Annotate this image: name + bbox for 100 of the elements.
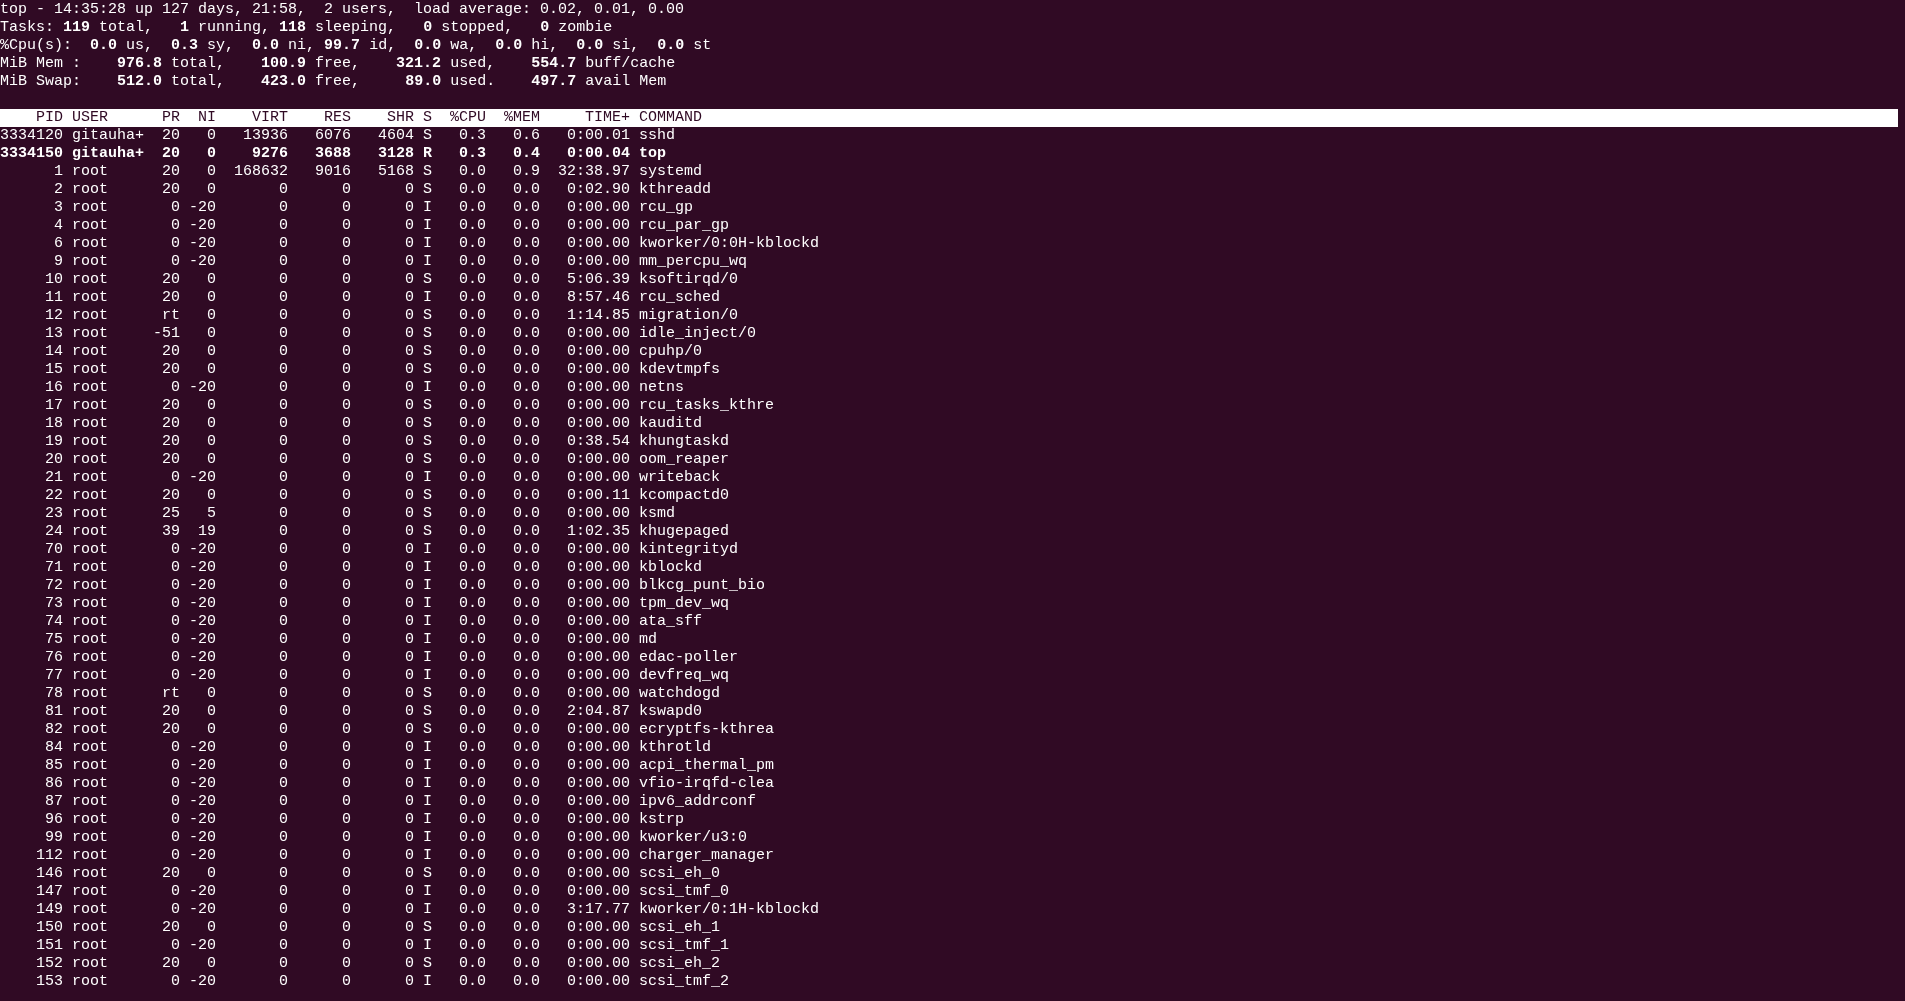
table-cell-text: 20	[161, 145, 180, 163]
table-cell-text: I	[422, 217, 432, 235]
table-cell-text: S	[422, 325, 432, 343]
column-header: NI	[197, 109, 216, 127]
table-cell-text: 0	[341, 901, 351, 919]
table-cell-text: 74	[44, 613, 63, 631]
table-cell-text: 0.0	[512, 307, 540, 325]
table-cell-text: 0:00.00	[566, 541, 630, 559]
table-cell-text: 0:00.00	[566, 847, 630, 865]
table-cell-text: S	[422, 865, 432, 883]
table-cell-text: 5:06.39	[566, 271, 630, 289]
table-cell-text: 0.0	[512, 361, 540, 379]
table-cell-text: S	[422, 307, 432, 325]
table-cell-text: I	[422, 253, 432, 271]
table-cell-text: 0	[341, 523, 351, 541]
table-cell-text: 0	[404, 703, 414, 721]
table-cell-text: 0	[170, 217, 180, 235]
table-cell-text: 0	[170, 235, 180, 253]
table-cell-text: root	[71, 883, 109, 901]
table-cell-text: 0:38.54	[566, 433, 630, 451]
table-cell-text: 19	[197, 523, 216, 541]
table-cell-text: root	[71, 973, 109, 991]
table-cell-text: 0	[404, 559, 414, 577]
table-cell-text: root	[71, 451, 109, 469]
table-cell-text: md	[638, 631, 657, 649]
column-header: USER	[71, 109, 109, 127]
table-cell-text: 85	[44, 757, 63, 775]
table-cell-text: 0	[341, 937, 351, 955]
table-cell-text: 0:00.00	[566, 685, 630, 703]
table-cell-text: khugepaged	[638, 523, 729, 541]
table-cell-text: 0	[278, 739, 288, 757]
table-cell-text: -20	[188, 811, 216, 829]
table-cell-text: 20	[161, 289, 180, 307]
table-cell-text: 0	[341, 379, 351, 397]
table-cell-text: rt	[161, 685, 180, 703]
table-cell-text: 0	[278, 325, 288, 343]
table-cell-text: -20	[188, 559, 216, 577]
table-cell-text: S	[422, 361, 432, 379]
table-cell-text: -20	[188, 649, 216, 667]
table-cell-text: 1:02.35	[566, 523, 630, 541]
table-cell-text: 0	[170, 199, 180, 217]
table-cell-text: 0.0	[458, 865, 486, 883]
table-cell-text: 78	[44, 685, 63, 703]
table-cell-text: 0	[404, 667, 414, 685]
table-cell-text: 0	[341, 775, 351, 793]
table-cell-text: 0.0	[458, 217, 486, 235]
table-cell-text: root	[71, 523, 109, 541]
table-cell-text: 0:00.01	[566, 127, 630, 145]
table-cell-text: mm_percpu_wq	[638, 253, 748, 271]
table-cell-text: 21	[44, 469, 63, 487]
table-cell-text: 0	[341, 865, 351, 883]
table-cell-text: 0.0	[512, 631, 540, 649]
table-cell-text: gitauha+	[71, 145, 144, 163]
table-cell-text: -20	[188, 541, 216, 559]
table-cell-text: 16	[44, 379, 63, 397]
table-cell-text: I	[422, 793, 432, 811]
table-cell-text: 0	[404, 595, 414, 613]
table-cell-text: I	[422, 847, 432, 865]
table-cell-text: 0	[341, 199, 351, 217]
table-cell-text: 0:00.00	[566, 829, 630, 847]
table-cell-text: 0	[404, 865, 414, 883]
table-cell-text: 0	[404, 811, 414, 829]
table-cell-text: 4	[53, 217, 63, 235]
table-cell-text: 0	[341, 667, 351, 685]
column-header: %CPU	[449, 109, 486, 127]
table-cell-text: root	[71, 667, 109, 685]
table-cell-text: 20	[161, 865, 180, 883]
table-cell-text: 0	[206, 271, 216, 289]
table-cell-text: root	[71, 289, 109, 307]
table-cell-text: 0.0	[458, 253, 486, 271]
table-cell-text: 20	[161, 721, 180, 739]
table-cell-text: ipv6_addrconf	[638, 793, 757, 811]
table-cell-text: 0	[170, 667, 180, 685]
table-cell-text: 0:00.00	[566, 937, 630, 955]
table-cell-text: 0	[278, 271, 288, 289]
table-cell-text: -20	[188, 379, 216, 397]
table-cell-text: 20	[161, 397, 180, 415]
table-cell-text: 0	[278, 865, 288, 883]
table-cell-text: 0	[278, 307, 288, 325]
table-cell-text: khungtaskd	[638, 433, 729, 451]
table-cell-text: S	[422, 955, 432, 973]
table-cell-text: 0:00.00	[566, 559, 630, 577]
table-cell-text: 0.0	[512, 667, 540, 685]
table-cell-text: I	[422, 541, 432, 559]
table-cell-text: I	[422, 613, 432, 631]
table-cell-text: 0.0	[512, 649, 540, 667]
table-cell-text: 0	[170, 829, 180, 847]
table-cell-text: 0	[278, 793, 288, 811]
table-cell-text: 0	[404, 217, 414, 235]
table-cell-text: 0	[341, 253, 351, 271]
table-cell-text: -20	[188, 613, 216, 631]
table-cell-text: 0	[341, 469, 351, 487]
table-cell-text: 0	[278, 631, 288, 649]
table-cell-text: 0:00.00	[566, 613, 630, 631]
table-cell-text: -20	[188, 829, 216, 847]
table-cell-text: 0:00.00	[566, 865, 630, 883]
table-cell-text: S	[422, 685, 432, 703]
table-cell-text: 0.0	[512, 433, 540, 451]
table-cell-text: 32:38.97	[557, 163, 630, 181]
table-cell-text: 0	[404, 847, 414, 865]
